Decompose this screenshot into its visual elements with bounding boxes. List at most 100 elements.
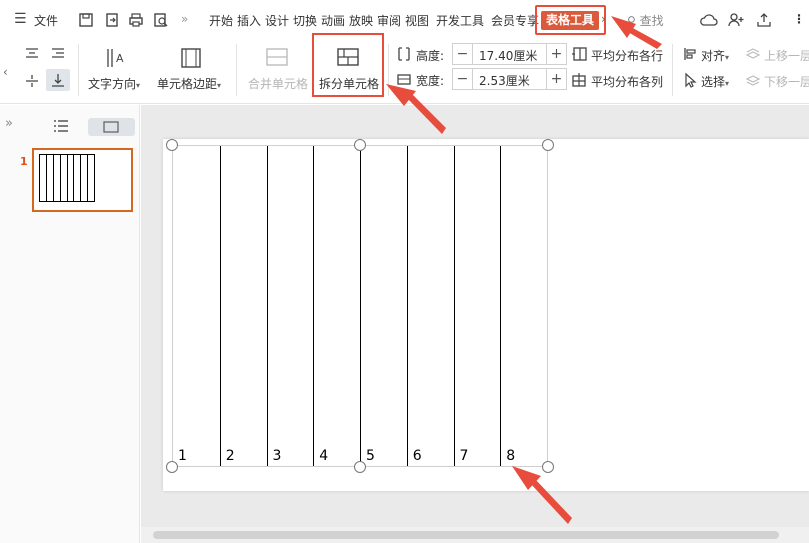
split-cells-highlight-box: [312, 33, 384, 97]
width-icon: [397, 74, 411, 85]
width-increase-button[interactable]: +: [546, 69, 566, 89]
resize-handle-bottom-left[interactable]: [166, 461, 178, 473]
thumbnail-table-preview: [39, 154, 95, 202]
table-cell[interactable]: 6: [406, 146, 454, 466]
distribute-cols-button[interactable]: 平均分布各列: [591, 73, 663, 90]
distribute-rows-button[interactable]: 平均分布各行: [591, 47, 663, 64]
cell-text[interactable]: 3: [273, 448, 282, 464]
height-decrease-button[interactable]: −: [453, 44, 473, 64]
width-stepper[interactable]: − 2.53厘米 +: [452, 68, 567, 90]
print-preview-icon[interactable]: [153, 12, 169, 28]
ribbon-toolbar: ‹ A 文字方向▾ 单元格边距▾ 合并单元格 拆分单元格 高度: − 17.40…: [0, 40, 809, 104]
scrollbar-thumb[interactable]: [153, 531, 779, 539]
width-label: 宽度:: [416, 74, 445, 88]
thumbnail-view-button[interactable]: [88, 118, 135, 136]
ribbon-scroll-left-icon[interactable]: ‹: [3, 65, 8, 79]
add-user-icon[interactable]: [728, 12, 744, 28]
print-icon[interactable]: [128, 12, 144, 28]
tab-member[interactable]: 会员专享: [491, 12, 539, 29]
resize-handle-top-center[interactable]: [354, 139, 366, 151]
width-value[interactable]: 2.53厘米: [479, 72, 530, 89]
tab-developer[interactable]: 开发工具: [436, 12, 484, 29]
cell-text[interactable]: 7: [460, 448, 469, 464]
slide-canvas: 1 2 3 4 5 6 7 8: [141, 105, 809, 543]
resize-handle-top-left[interactable]: [166, 139, 178, 151]
send-backward-icon[interactable]: [745, 72, 761, 88]
align-right-icon[interactable]: [50, 46, 66, 62]
align-objects-button[interactable]: 对齐▾: [701, 47, 729, 64]
table[interactable]: 1 2 3 4 5 6 7 8: [172, 145, 548, 467]
align-top-icon[interactable]: [24, 46, 40, 62]
table-cell[interactable]: 1: [173, 146, 220, 466]
resize-handle-bottom-right[interactable]: [542, 461, 554, 473]
width-decrease-button[interactable]: −: [453, 69, 473, 89]
pointer-icon[interactable]: [682, 72, 698, 88]
align-middle-icon[interactable]: [24, 73, 40, 89]
slide-number: 1: [20, 155, 28, 168]
send-backward-button[interactable]: 下移一层: [764, 73, 809, 90]
hamburger-icon[interactable]: ☰: [14, 11, 27, 27]
search-label: 查找: [639, 14, 664, 28]
menu-bar: ☰ 文件 » 开始 插入 设计 切换 动画 放映 审阅 视图 开发工具 会员专享…: [0, 0, 809, 40]
text-direction-button[interactable]: 文字方向▾: [88, 75, 140, 92]
thumbnail-view-icon: [103, 121, 119, 133]
cell-text[interactable]: 2: [226, 448, 235, 464]
slides-panel: » 1: [0, 105, 140, 543]
tab-slideshow[interactable]: 放映: [349, 12, 373, 29]
table-cell[interactable]: 2: [219, 146, 267, 466]
bring-forward-icon[interactable]: [745, 46, 761, 62]
cell-text[interactable]: 8: [506, 448, 515, 464]
more-options-icon[interactable]: ⋮: [793, 12, 805, 26]
file-menu[interactable]: 文件: [34, 12, 58, 29]
horizontal-scrollbar[interactable]: [141, 527, 809, 543]
tab-home[interactable]: 开始: [209, 12, 233, 29]
resize-handle-top-right[interactable]: [542, 139, 554, 151]
search-box[interactable]: ⚲ 查找: [627, 12, 664, 29]
resize-handle-bottom-center[interactable]: [354, 461, 366, 473]
cell-text[interactable]: 4: [319, 448, 328, 464]
tab-view[interactable]: 视图: [405, 12, 429, 29]
cloud-icon[interactable]: [700, 12, 718, 28]
cell-margin-button[interactable]: 单元格边距▾: [157, 75, 221, 92]
outline-view-icon[interactable]: [53, 119, 69, 133]
tab-scroll-right-icon[interactable]: ›: [601, 12, 606, 26]
slide-thumbnail[interactable]: [32, 148, 133, 212]
align-bottom-button[interactable]: [46, 69, 70, 91]
cell-text[interactable]: 1: [178, 448, 187, 464]
table-cell[interactable]: 7: [453, 146, 501, 466]
tab-transition[interactable]: 切换: [293, 12, 317, 29]
distribute-rows-icon[interactable]: [571, 46, 587, 62]
app-window: ☰ 文件 » 开始 插入 设计 切换 动画 放映 审阅 视图 开发工具 会员专享…: [0, 0, 809, 543]
more-chevron-icon[interactable]: »: [181, 12, 188, 26]
cell-margin-icon[interactable]: [179, 46, 203, 70]
search-icon: ⚲: [627, 14, 636, 28]
tab-insert[interactable]: 插入: [237, 12, 261, 29]
height-stepper[interactable]: − 17.40厘米 +: [452, 43, 567, 65]
export-icon[interactable]: [104, 12, 120, 28]
slide[interactable]: 1 2 3 4 5 6 7 8: [163, 139, 809, 491]
text-direction-icon[interactable]: A: [104, 46, 128, 70]
tab-animation[interactable]: 动画: [321, 12, 345, 29]
merge-cells-button[interactable]: 合并单元格: [248, 75, 308, 92]
height-value[interactable]: 17.40厘米: [479, 47, 537, 64]
svg-text:A: A: [116, 52, 124, 65]
distribute-cols-icon[interactable]: [571, 72, 587, 88]
tab-design[interactable]: 设计: [265, 12, 289, 29]
save-icon[interactable]: [78, 12, 94, 28]
height-increase-button[interactable]: +: [546, 44, 566, 64]
tab-review[interactable]: 审阅: [377, 12, 401, 29]
table-cell[interactable]: 3: [266, 146, 314, 466]
share-icon[interactable]: [756, 12, 772, 28]
bring-forward-button[interactable]: 上移一层: [764, 47, 809, 64]
table-cell[interactable]: 8: [500, 146, 547, 466]
cell-text[interactable]: 6: [413, 448, 422, 464]
align-bottom-icon: [52, 74, 64, 87]
expand-panel-icon[interactable]: »: [5, 116, 13, 131]
align-objects-icon[interactable]: [682, 46, 698, 62]
merge-cells-icon[interactable]: [265, 46, 289, 68]
table-cell[interactable]: 4: [313, 146, 360, 466]
table-cell[interactable]: 5: [360, 146, 407, 466]
tab-table-tools[interactable]: 表格工具: [541, 11, 599, 30]
cell-text[interactable]: 5: [366, 448, 375, 464]
select-button[interactable]: 选择▾: [701, 73, 729, 90]
